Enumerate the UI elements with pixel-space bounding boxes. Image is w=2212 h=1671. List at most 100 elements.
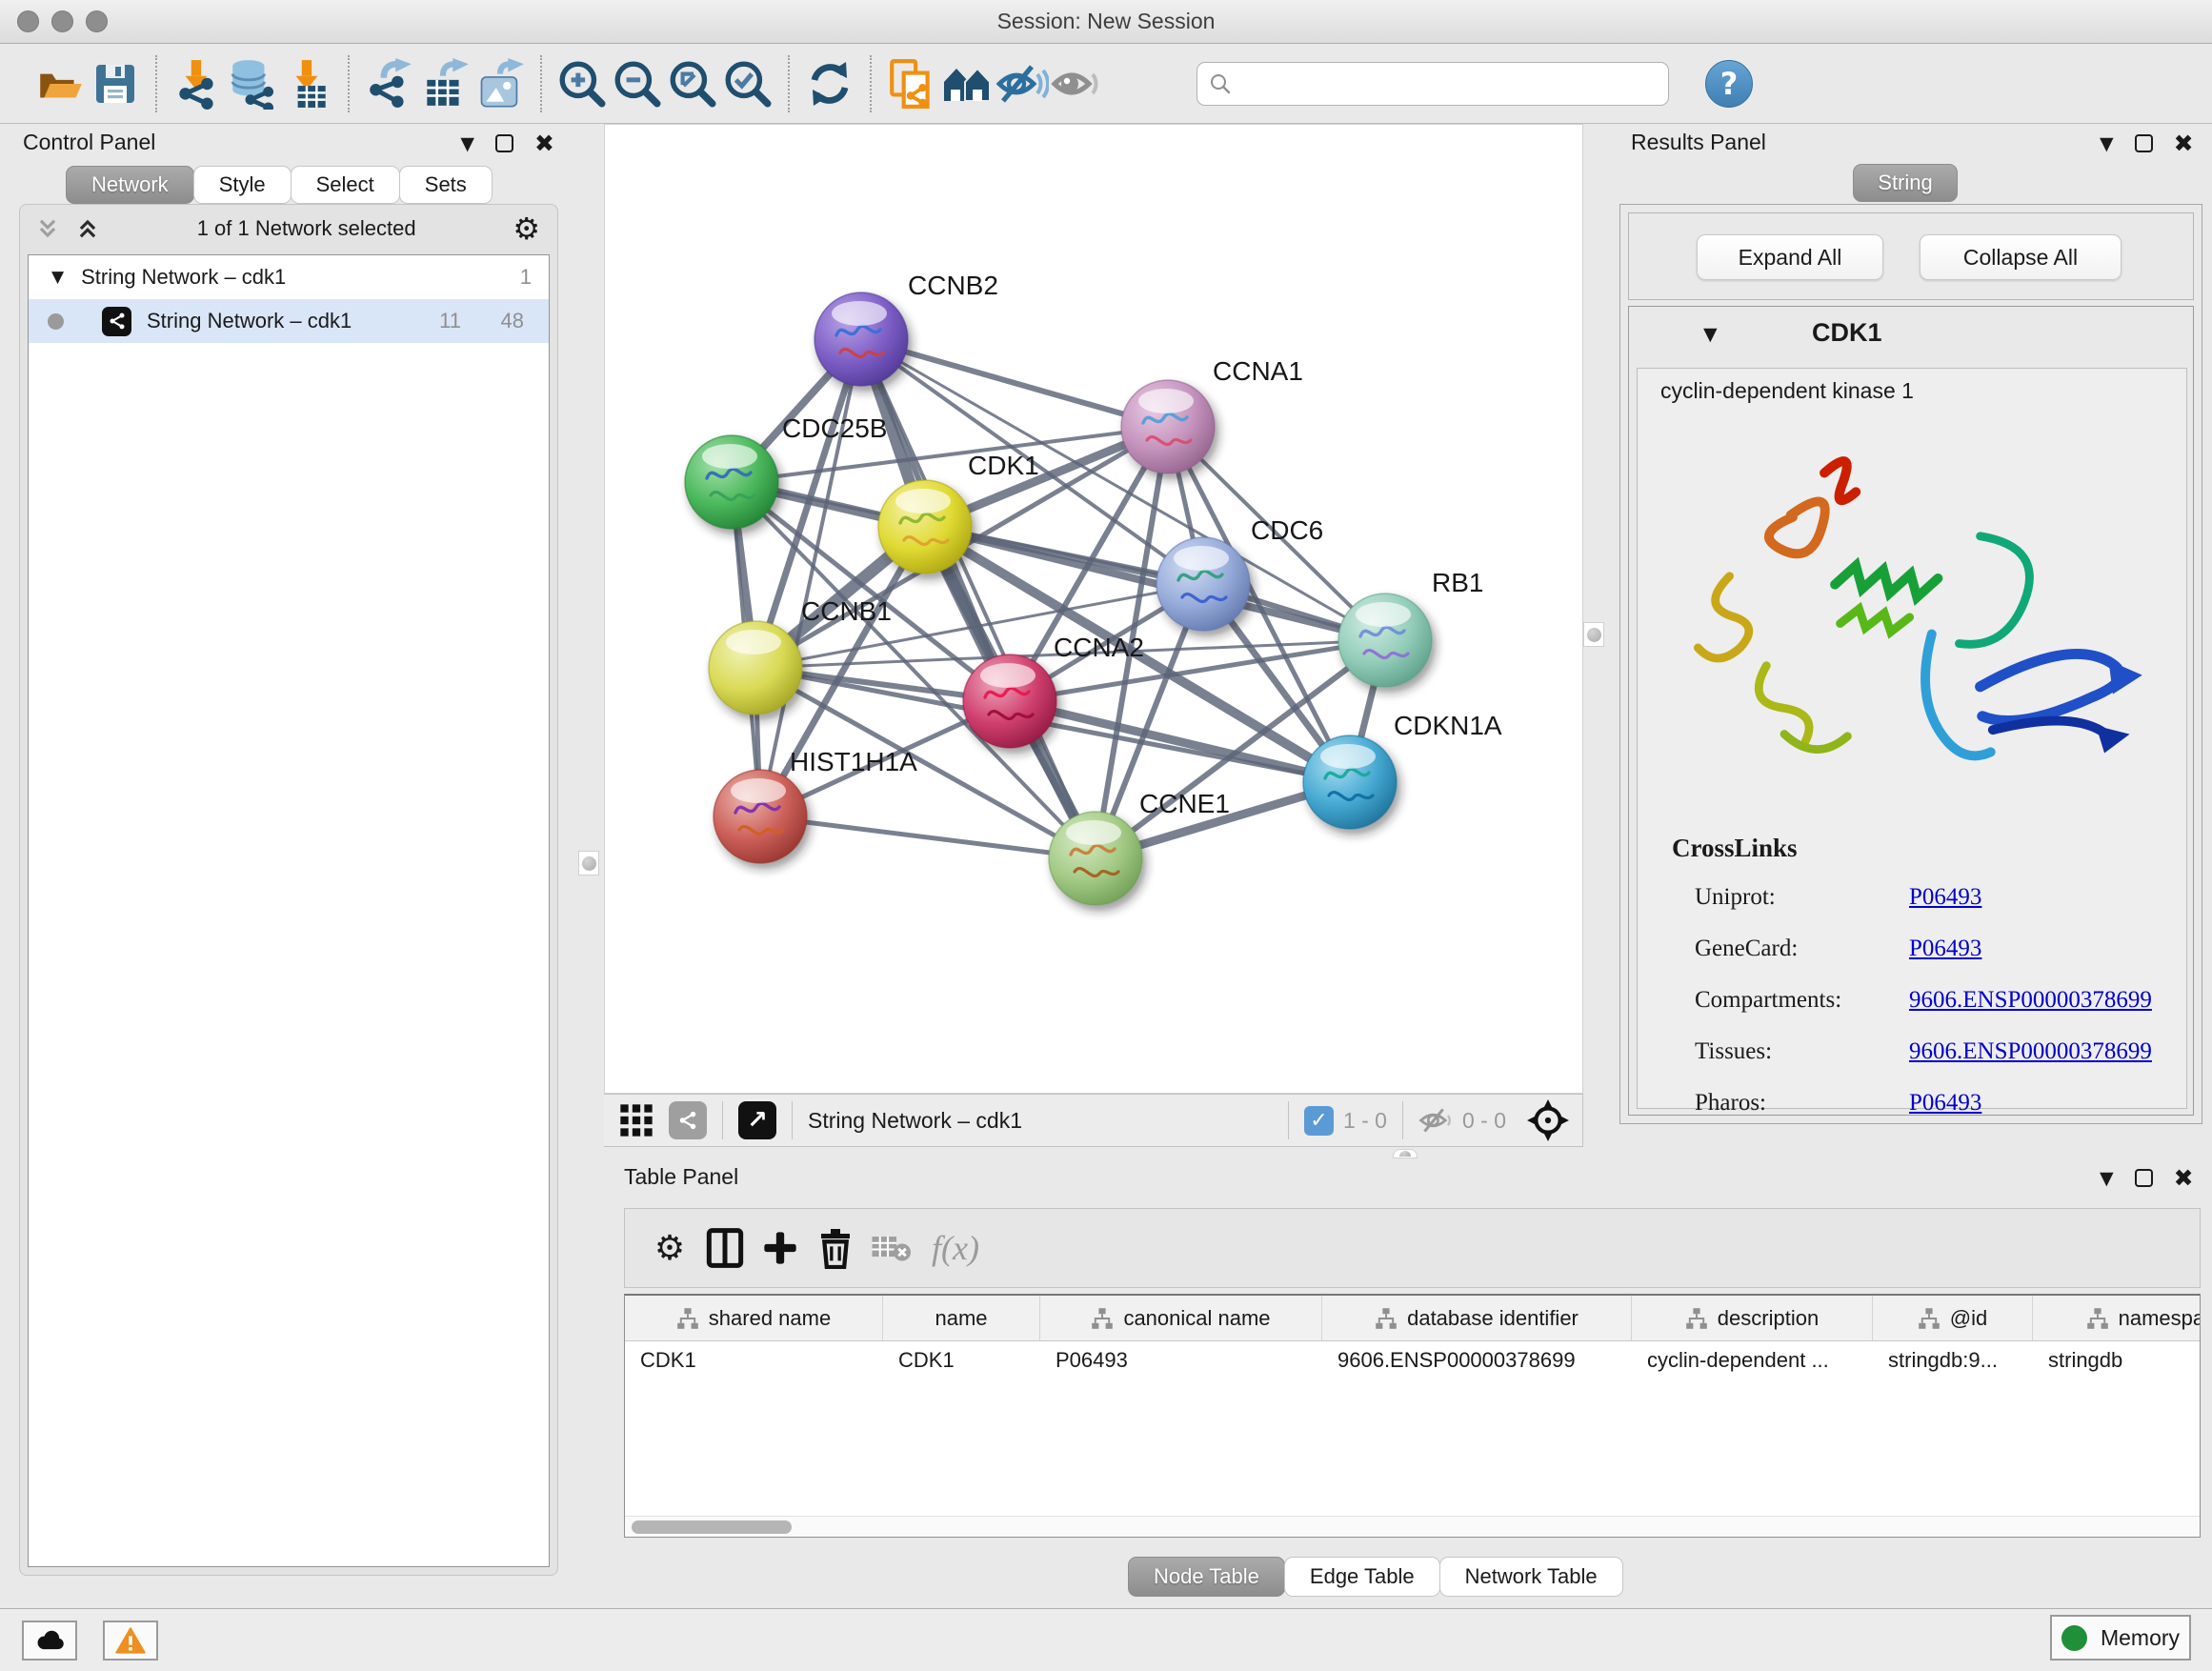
memory-button[interactable]: Memory bbox=[2050, 1615, 2191, 1661]
float-panel-icon[interactable] bbox=[2135, 134, 2153, 152]
column-header-description[interactable]: description bbox=[1632, 1296, 1873, 1340]
cloud-status-button[interactable] bbox=[22, 1621, 77, 1661]
panel-menu-icon[interactable]: ▼ bbox=[2100, 1168, 2114, 1189]
horizontal-scrollbar[interactable] bbox=[625, 1516, 2200, 1537]
crosslink-value-link[interactable]: P06493 bbox=[1909, 936, 1981, 962]
search-input[interactable] bbox=[1196, 62, 1669, 106]
panel-menu-icon[interactable]: ▼ bbox=[460, 133, 474, 154]
show-columns-icon[interactable] bbox=[697, 1219, 753, 1277]
expand-all-button[interactable]: Expand All bbox=[1697, 234, 1883, 280]
collapse-all-button[interactable]: Collapse All bbox=[1920, 234, 2122, 280]
column-header-canonical-name[interactable]: canonical name bbox=[1040, 1296, 1322, 1340]
node-CCNA2[interactable] bbox=[963, 654, 1056, 748]
node-RB1[interactable] bbox=[1338, 594, 1432, 687]
function-builder-icon[interactable]: f(x) bbox=[928, 1219, 983, 1277]
zoom-out-button[interactable] bbox=[610, 54, 665, 113]
tab-select[interactable]: Select bbox=[291, 166, 400, 204]
zoom-in-button[interactable] bbox=[554, 54, 610, 113]
close-panel-icon[interactable]: ✖ bbox=[2174, 1166, 2194, 1190]
export-image-button[interactable] bbox=[473, 54, 528, 113]
column-header-shared-name[interactable]: shared name bbox=[625, 1296, 883, 1340]
grid-view-icon[interactable] bbox=[617, 1101, 655, 1139]
import-network-file-button[interactable] bbox=[170, 54, 225, 113]
tab-network[interactable]: Network bbox=[66, 166, 194, 204]
edge-HIST1H1A-CCNE1[interactable] bbox=[760, 816, 1096, 858]
delete-table-icon[interactable] bbox=[863, 1219, 918, 1277]
crosslink-value-link[interactable]: 9606.ENSP00000378699 bbox=[1909, 987, 2152, 1014]
close-window-button[interactable] bbox=[17, 10, 39, 32]
node-CCNB2[interactable] bbox=[814, 292, 908, 386]
node-CDC25B[interactable] bbox=[685, 435, 778, 529]
minimize-window-button[interactable] bbox=[51, 10, 73, 32]
export-table-button[interactable] bbox=[417, 54, 473, 113]
crosslink-value-link[interactable]: 9606.ENSP00000378699 bbox=[1909, 1038, 2152, 1065]
column-header-database-identifier[interactable]: database identifier bbox=[1322, 1296, 1632, 1340]
selected-checkbox-icon[interactable]: ✓ bbox=[1304, 1106, 1334, 1136]
node-CDKN1A[interactable] bbox=[1303, 735, 1397, 829]
zoom-window-button[interactable] bbox=[86, 10, 108, 32]
close-panel-icon[interactable]: ✖ bbox=[534, 131, 554, 155]
tab-network-table[interactable]: Network Table bbox=[1439, 1557, 1623, 1597]
node-CDC6[interactable] bbox=[1156, 537, 1250, 631]
string-network-graph[interactable]: CCNB2CCNA1CDC25BCDK1CDC6RB1CCNB1CCNA2CDK… bbox=[605, 125, 1582, 1093]
delete-column-icon[interactable] bbox=[808, 1219, 863, 1277]
expand-all-chevron-icon[interactable] bbox=[35, 216, 60, 241]
network-collection-row[interactable]: ▼ String Network – cdk1 1 bbox=[29, 255, 549, 299]
birdseye-view-icon[interactable]: ↗ bbox=[738, 1101, 776, 1139]
network-row[interactable]: String Network – cdk1 11 48 bbox=[29, 299, 549, 343]
help-button[interactable]: ? bbox=[1705, 60, 1753, 108]
right-divider-handle[interactable] bbox=[1583, 622, 1604, 647]
network-options-gear-icon[interactable]: ⚙ bbox=[513, 211, 540, 247]
hidden-eye-slash-icon[interactable] bbox=[1418, 1103, 1453, 1137]
float-panel-icon[interactable] bbox=[2135, 1169, 2153, 1187]
hide-glass-eye-button[interactable] bbox=[995, 54, 1050, 113]
import-network-database-button[interactable] bbox=[225, 54, 280, 113]
crosslink-label: Compartments: bbox=[1695, 987, 1909, 1014]
tab-sets[interactable]: Sets bbox=[399, 166, 493, 204]
left-divider-handle[interactable] bbox=[578, 851, 599, 876]
tab-style[interactable]: Style bbox=[193, 166, 292, 204]
collection-expand-icon[interactable]: ▼ bbox=[51, 268, 64, 287]
table-row[interactable]: CDK1CDK1P064939606.ENSP00000378699cyclin… bbox=[625, 1341, 2200, 1379]
string-clone-network-button[interactable] bbox=[884, 54, 939, 113]
warnings-button[interactable] bbox=[103, 1621, 158, 1661]
show-glass-eye-button[interactable] bbox=[1050, 54, 1105, 113]
export-network-button[interactable] bbox=[362, 54, 417, 113]
float-panel-icon[interactable] bbox=[495, 134, 513, 152]
import-table-button[interactable] bbox=[280, 54, 335, 113]
network-view-canvas[interactable]: CCNB2CCNA1CDC25BCDK1CDC6RB1CCNB1CCNA2CDK… bbox=[604, 124, 1583, 1094]
crosslink-value-link[interactable]: P06493 bbox=[1909, 884, 1981, 911]
share-view-icon[interactable] bbox=[669, 1101, 707, 1139]
node-CCNB1[interactable] bbox=[709, 621, 802, 715]
collapse-all-chevron-icon[interactable] bbox=[75, 216, 100, 241]
string-home-button[interactable] bbox=[939, 54, 995, 113]
save-session-button[interactable] bbox=[88, 54, 143, 113]
column-header-namespace[interactable]: namespace bbox=[2033, 1296, 2201, 1340]
tab-string[interactable]: String bbox=[1853, 164, 1958, 202]
column-header--id[interactable]: @id bbox=[1873, 1296, 2033, 1340]
zoom-fit-button[interactable] bbox=[665, 54, 720, 113]
edge-CCNB2-CCNE1[interactable] bbox=[861, 339, 1096, 858]
edge-CCNB2-CCNA1[interactable] bbox=[861, 339, 1168, 427]
node-CCNA1[interactable] bbox=[1121, 380, 1215, 473]
gene-collapse-icon[interactable]: ▼ bbox=[1703, 324, 1718, 345]
bottom-divider-handle[interactable] bbox=[1393, 1149, 1418, 1158]
fit-selected-crosshair-icon[interactable] bbox=[1527, 1099, 1569, 1141]
table-options-gear-icon[interactable]: ⚙ bbox=[642, 1219, 697, 1277]
column-header-name[interactable]: name bbox=[883, 1296, 1040, 1340]
zoom-selected-button[interactable] bbox=[720, 54, 775, 113]
window-controls[interactable] bbox=[17, 10, 108, 32]
open-session-button[interactable] bbox=[32, 54, 88, 113]
tab-node-table[interactable]: Node Table bbox=[1128, 1557, 1285, 1597]
node-CDK1[interactable] bbox=[878, 480, 972, 574]
refresh-button[interactable] bbox=[802, 54, 857, 113]
add-column-icon[interactable] bbox=[753, 1219, 808, 1277]
node-CCNE1[interactable] bbox=[1049, 812, 1142, 905]
node-HIST1H1A[interactable] bbox=[714, 770, 807, 863]
tab-edge-table[interactable]: Edge Table bbox=[1284, 1557, 1440, 1597]
scrollbar-thumb[interactable] bbox=[632, 1520, 792, 1534]
edge-CCNB2-HIST1H1A[interactable] bbox=[760, 339, 861, 816]
close-panel-icon[interactable]: ✖ bbox=[2174, 131, 2194, 155]
crosslink-value-link[interactable]: P06493 bbox=[1909, 1090, 1981, 1117]
panel-menu-icon[interactable]: ▼ bbox=[2100, 133, 2114, 154]
